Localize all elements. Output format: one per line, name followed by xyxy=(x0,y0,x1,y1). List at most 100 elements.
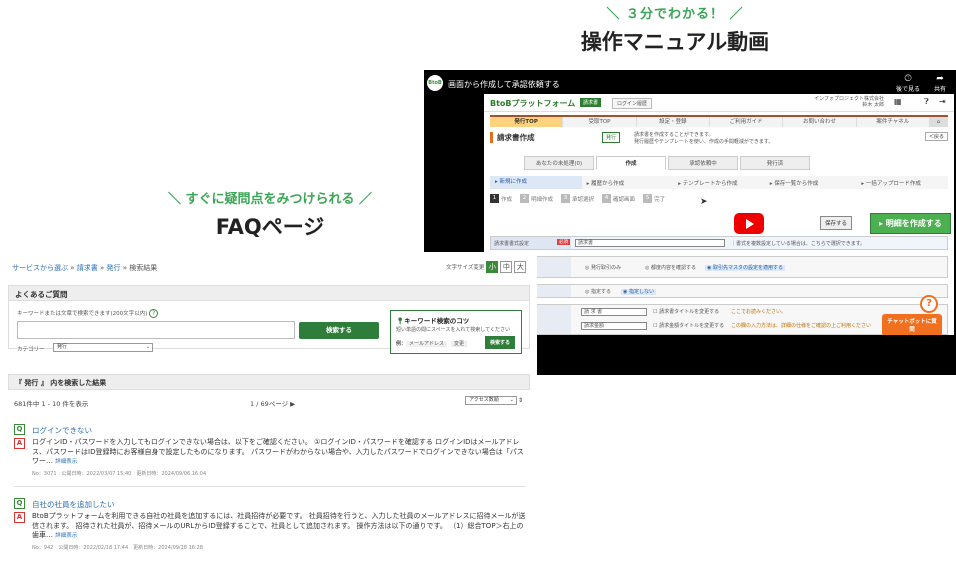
breadcrumb-current: 検索結果 xyxy=(129,264,158,272)
detail-link[interactable]: 詳細表示 xyxy=(55,459,77,465)
form-row-titles: 請 求 書 ☐ 請求書タイトルを変更する ここでお読みください。 請求金額 ☐ … xyxy=(490,304,948,335)
tips-search-button: 検索する xyxy=(485,336,516,349)
mouse-cursor-icon: ➤ xyxy=(700,197,708,207)
breadcrumb-link[interactable]: 発行 xyxy=(106,264,120,272)
results-title: 『 発行 』 内を検索した結果 xyxy=(8,374,530,390)
pagination[interactable]: 1 / 69ページ ▶ xyxy=(250,398,295,408)
radio-option-label: ◉ 取引先マスタの設定を適用する xyxy=(705,265,785,271)
font-size-label: 文字サイズ変更 xyxy=(446,265,485,271)
question-link[interactable]: ログインできない xyxy=(32,425,92,436)
amount-title-field: 請求金額 xyxy=(581,322,647,330)
video-caption-title: 操作マニュアル動画 xyxy=(580,30,770,54)
step-label: 明細作成 xyxy=(531,196,554,203)
sort-order-icon[interactable]: ⇕ xyxy=(518,397,523,404)
watch-later-label: 後で見る xyxy=(895,86,920,93)
title-field: 請 求 書 xyxy=(581,308,647,316)
user-name: 鈴木 太郎 xyxy=(862,102,884,108)
help-icon[interactable]: ? xyxy=(920,295,938,313)
tab-pending: あなたの未処理(0) xyxy=(524,156,594,170)
page-description: 請求書を作成することができます。 発行履歴やテンプレートを使い、作成の手間軽減がで… xyxy=(634,132,773,146)
tips-title: 📍︎キーワード検索のコツ xyxy=(396,315,469,325)
menu-grid-icon: ▦ xyxy=(894,97,902,106)
radio-option: ◎ 指定する xyxy=(585,289,611,295)
chatbot-button[interactable]: チャットボットに質問 xyxy=(882,314,942,336)
form-row-options: ◎ 発行取引のみ ◎ 都度内容を確認する ◉ 取引先マスタの設定を適用する xyxy=(490,256,948,278)
step-number: 5 xyxy=(643,194,653,203)
nav-item: お問い合わせ xyxy=(783,117,857,127)
search-input[interactable] xyxy=(17,321,295,339)
search-label-text: キーワードまたは文章で検索できます(200文字以内) xyxy=(17,311,148,317)
save-button: 保存する xyxy=(820,216,853,230)
font-size-medium-button[interactable]: 中 xyxy=(500,261,513,273)
search-label: キーワードまたは文章で検索できます(200文字以内) ? xyxy=(17,309,159,318)
breadcrumb-link[interactable]: サービスから選ぶ xyxy=(12,264,68,272)
radio-option: ◎ 都度内容を確認する xyxy=(645,265,696,271)
create-subtabs: ▸ 新規に作成 ▸ 履歴から作成 ▸ テンプレートから作成 ▸ 保存一覧から作成… xyxy=(490,176,948,189)
info-link: この欄の入力方法は、詳細の仕様をご確認の上ご利用ください xyxy=(731,323,872,329)
video-frame: BtoBプラットフォーム 請求書 ログイン履歴 インフォプロジェクト株式会社 鈴… xyxy=(484,94,954,335)
app-nav: 発行TOP 受取TOP 設定・登録 ご利用ガイド お問い合わせ 案件チャネル ⌂ xyxy=(490,115,948,127)
page-title: 請求書作成 xyxy=(490,132,535,143)
subtab-upload: ▸ 一括アップロード作成 xyxy=(861,180,921,187)
share-icon: ➦ xyxy=(936,74,944,84)
font-size-small-button[interactable]: 小 xyxy=(486,261,499,273)
answer-text: ログインID・パスワードを入力してもログインできない場合は、以下をご確認ください… xyxy=(32,438,526,468)
answer-body: BtoBプラットフォームを利用できる自社の社員を追加するには、社員招待が必要です… xyxy=(32,512,526,539)
format-select: 請求書 xyxy=(575,239,725,247)
sort-select[interactable]: アクセス数順 ⌄ xyxy=(465,396,517,405)
youtube-play-icon[interactable] xyxy=(734,213,764,234)
nav-item: 設定・登録 xyxy=(637,117,710,127)
keyword-tips-box: 📍︎キーワード検索のコツ 短い単語の間にスペースを入れて検索してください 例：メ… xyxy=(390,310,522,354)
info-link: ここでお読みください。 xyxy=(731,309,787,315)
help-circle-icon[interactable]: ? xyxy=(149,309,159,318)
help-circle-icon: ❓︎ xyxy=(924,97,929,106)
answer-text: BtoBプラットフォームを利用できる自社の社員を追加するには、社員招待が必要です… xyxy=(32,512,526,542)
results-count: 681件中 1 - 10 件を表示 xyxy=(14,400,89,408)
subtab-saved: ▸ 保存一覧から作成 xyxy=(769,180,819,187)
nav-item: ご利用ガイド xyxy=(710,117,784,127)
item-meta: No：3071 公開日時：2022/03/07 15:40 更新日時：2024/… xyxy=(32,471,207,477)
share-button[interactable]: ➦ 共有 xyxy=(926,74,954,93)
question-icon: Q xyxy=(14,498,25,509)
subtab-new: ▸ 新規に作成 xyxy=(490,176,582,189)
video-title[interactable]: 画面から作成して承認依頼する xyxy=(448,79,560,90)
category-select[interactable]: 発行 ⌄ xyxy=(53,343,153,352)
tab-create: 作成 xyxy=(596,156,666,170)
step-number: 3 xyxy=(561,194,571,203)
app-header: BtoBプラットフォーム 請求書 ログイン履歴 インフォプロジェクト株式会社 鈴… xyxy=(484,94,954,112)
tips-title-text: キーワード検索のコツ xyxy=(404,317,470,325)
product-badge: 請求書 xyxy=(580,98,602,107)
video-caption-sub: ＼ ３分でわかる！ ／ xyxy=(606,7,744,22)
font-size-large-button[interactable]: 大 xyxy=(514,261,527,273)
step-number: 2 xyxy=(520,194,530,203)
question-icon: Q xyxy=(14,424,25,435)
radio-option-selected: ◉ 取引先マスタの設定を適用する xyxy=(705,264,785,271)
channel-logo-icon[interactable]: BtoB xyxy=(427,75,443,91)
step-number: 1 xyxy=(490,194,499,203)
nav-item: 案件チャネル xyxy=(857,117,930,127)
step-number: 4 xyxy=(602,194,612,203)
status-tabs: あなたの未処理(0) 作成 承認依頼中 発行済 xyxy=(524,156,812,170)
back-button: ＜戻る xyxy=(924,132,948,141)
category-value: 発行 xyxy=(57,344,68,350)
nav-item: 受取TOP xyxy=(563,117,637,127)
breadcrumb: サービスから選ぶ » 請求書 » 発行 » 検索結果 xyxy=(12,264,158,272)
question-link[interactable]: 自社の社員を追加したい xyxy=(32,499,115,510)
chevron-down-icon: ⌄ xyxy=(145,344,150,350)
answer-icon: A xyxy=(14,512,25,523)
logout-icon: ⇥ xyxy=(939,97,946,106)
step-label: 完了 xyxy=(654,196,666,203)
radio-option: ◎ 発行取引のみ xyxy=(585,265,621,271)
detail-link[interactable]: 詳細表示 xyxy=(55,533,77,539)
radio-option-selected: ◉ 指定しない xyxy=(621,288,656,295)
watch-later-button[interactable]: 🕓︎ 後で見る xyxy=(894,74,922,93)
brand-logo: BtoBプラットフォーム xyxy=(490,99,576,108)
checkbox-option: ☐ 請求書タイトルを変更する xyxy=(653,309,720,315)
font-size-switcher: 文字サイズ変更 小 中 大 xyxy=(446,261,527,273)
chevron-down-icon: ⌄ xyxy=(509,397,514,403)
search-button[interactable]: 検索する xyxy=(299,322,379,339)
answer-body: ログインID・パスワードを入力してもログインできない場合は、以下をご確認ください… xyxy=(32,438,524,465)
login-history-button: ログイン履歴 xyxy=(612,98,653,109)
breadcrumb-link[interactable]: 請求書 xyxy=(77,264,98,272)
divider xyxy=(14,486,526,487)
